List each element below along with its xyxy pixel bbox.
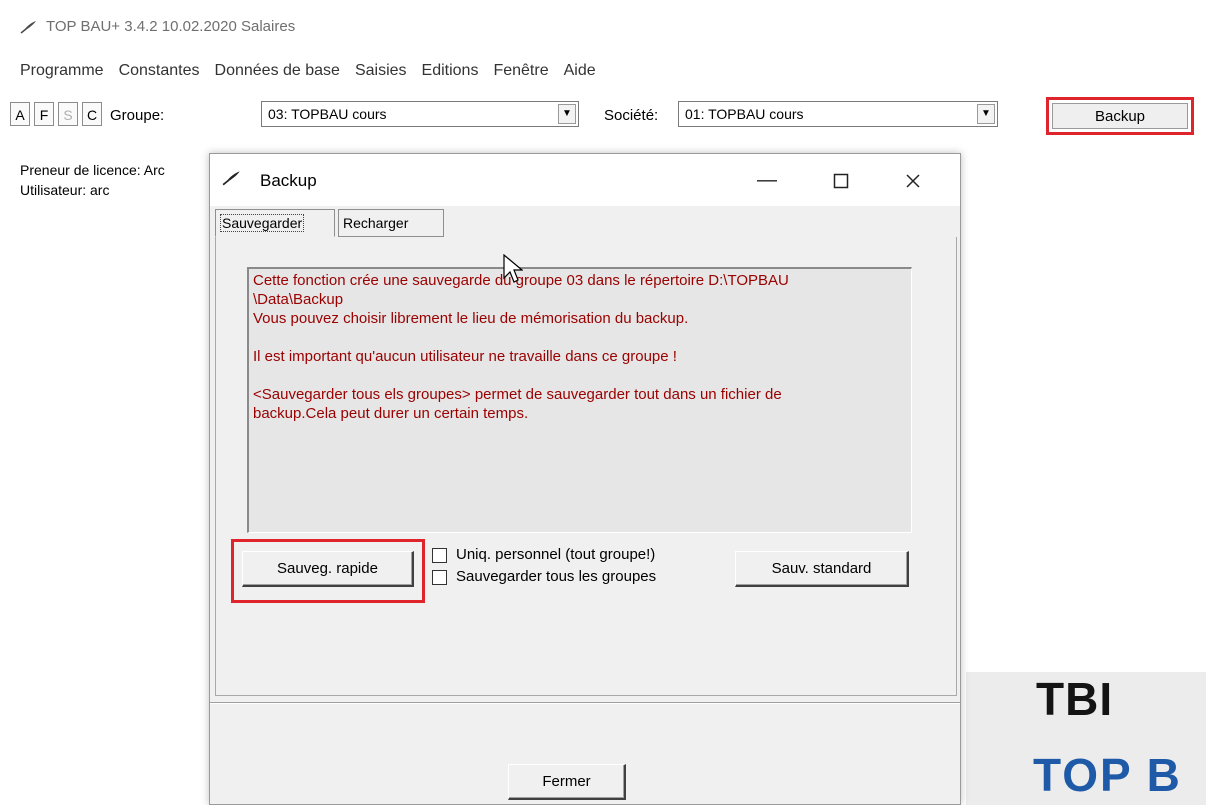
all-groups-label: Sauvegarder tous les groupes: [456, 568, 657, 585]
logo-top-bau: TOP B: [1033, 749, 1182, 801]
tab-sauvegarder-label: Sauvegarder: [220, 214, 305, 232]
societe-label: Société:: [604, 107, 659, 124]
personnel-only-checkbox[interactable]: [432, 548, 447, 563]
quick-save-button[interactable]: Sauveg. rapide: [242, 551, 414, 587]
menu-editions[interactable]: Editions: [422, 62, 479, 80]
standard-save-button[interactable]: Sauv. standard: [735, 551, 909, 587]
personnel-only-label: Uniq. personnel (tout groupe!): [456, 546, 656, 563]
menu-aide[interactable]: Aide: [564, 62, 596, 80]
toolbar-button-f[interactable]: F: [34, 102, 54, 126]
dialog-separator: [210, 702, 960, 704]
tab-recharger[interactable]: Recharger: [338, 209, 444, 237]
groupe-label: Groupe:: [110, 107, 165, 124]
chevron-down-icon[interactable]: ▼: [977, 104, 995, 124]
societe-select[interactable]: 01: TOPBAU cours ▼: [678, 101, 998, 127]
close-button[interactable]: Fermer: [508, 764, 626, 800]
menu-donnees-de-base[interactable]: Données de base: [215, 62, 340, 80]
maximize-icon[interactable]: [818, 164, 864, 196]
licence-info: Preneur de licence: Arc Utilisateur: arc: [20, 160, 165, 200]
toolbar: A F S C Groupe: 03: TOPBAU cours ▼ Socié…: [10, 96, 1206, 136]
dialog-title: Backup: [260, 171, 317, 190]
mouse-cursor-icon: [503, 254, 523, 283]
groupe-select[interactable]: 03: TOPBAU cours ▼: [261, 101, 579, 127]
tab-sauvegarder[interactable]: Sauvegarder: [215, 209, 335, 237]
info-message: Cette fonction crée une sauvegarde du gr…: [247, 267, 912, 533]
toolbar-button-c[interactable]: C: [82, 102, 102, 126]
app-logo-icon: [222, 171, 240, 186]
licence-holder: Preneur de licence: Arc: [20, 162, 165, 178]
tab-recharger-label: Recharger: [343, 215, 409, 231]
menu-bar: Programme Constantes Données de base Sai…: [20, 62, 596, 80]
groupe-select-value: 03: TOPBAU cours: [268, 106, 387, 122]
menu-fenetre[interactable]: Fenêtre: [493, 62, 548, 80]
minimize-icon[interactable]: —: [744, 164, 790, 196]
user-name: Utilisateur: arc: [20, 182, 110, 198]
menu-saisies[interactable]: Saisies: [355, 62, 407, 80]
backup-dialog: Backup — Sauvegarder Recharger Cette fon…: [209, 153, 961, 805]
backup-highlight: Backup: [1046, 97, 1194, 135]
menu-constantes[interactable]: Constantes: [119, 62, 200, 80]
logo-tbi: TBI: [1036, 673, 1114, 725]
backup-button[interactable]: Backup: [1052, 103, 1188, 129]
chevron-down-icon[interactable]: ▼: [558, 104, 576, 124]
toolbar-button-a[interactable]: A: [10, 102, 30, 126]
all-groups-checkbox[interactable]: [432, 570, 447, 585]
toolbar-button-s[interactable]: S: [58, 102, 78, 126]
app-title-bar: TOP BAU+ 3.4.2 10.02.2020 Salaires: [20, 18, 295, 35]
societe-select-value: 01: TOPBAU cours: [685, 106, 804, 122]
dialog-title-bar: Backup —: [210, 154, 960, 206]
menu-programme[interactable]: Programme: [20, 62, 104, 80]
app-title: TOP BAU+ 3.4.2 10.02.2020 Salaires: [46, 18, 296, 35]
close-icon[interactable]: [890, 164, 936, 196]
app-logo-icon: [20, 20, 36, 34]
